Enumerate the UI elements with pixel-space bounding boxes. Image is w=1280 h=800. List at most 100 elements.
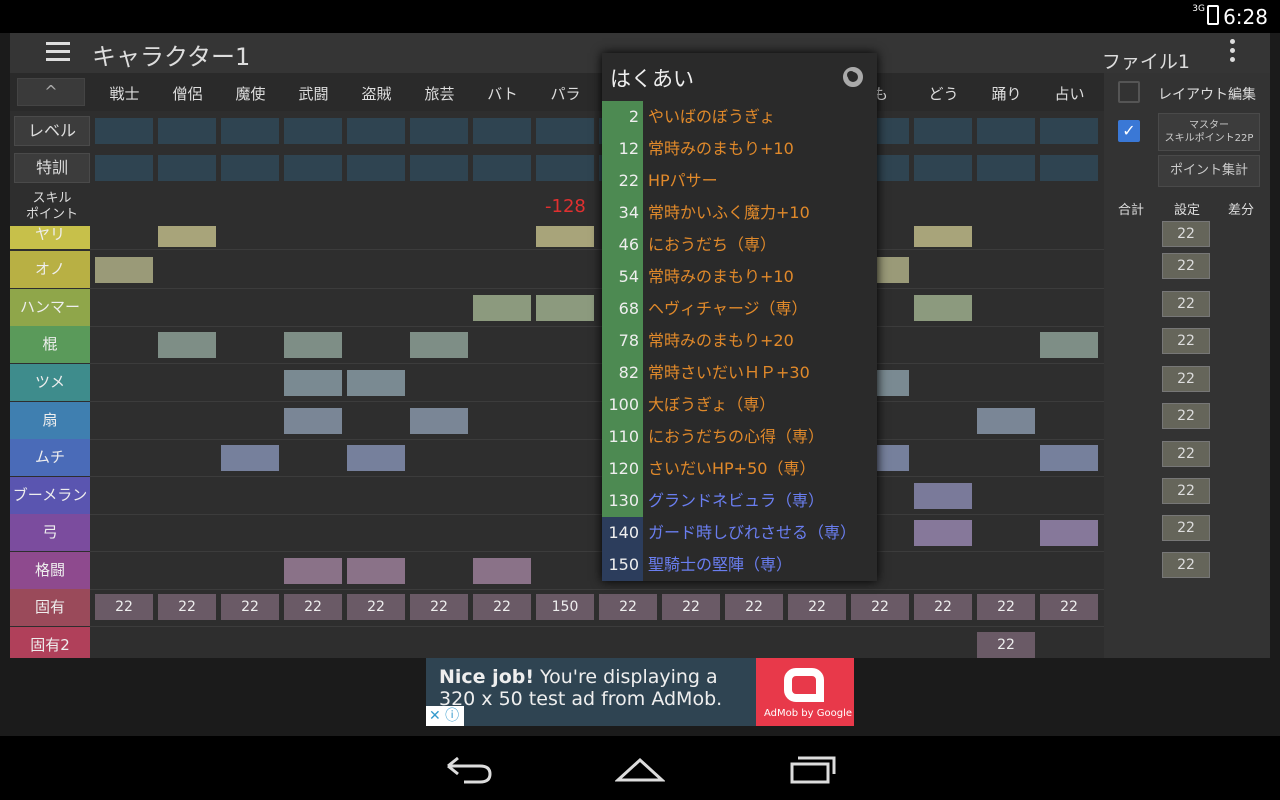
unique-skill-cell[interactable]: 22 <box>221 594 279 620</box>
skill-cell[interactable] <box>284 331 342 358</box>
layout-edit-checkbox[interactable] <box>1118 81 1140 103</box>
training-button[interactable]: 特訓 <box>14 153 90 183</box>
unique-skill-cell[interactable]: 22 <box>977 594 1035 620</box>
category-label[interactable]: 固有2 <box>10 627 90 658</box>
level-cell[interactable] <box>914 118 972 144</box>
points-total-button[interactable]: ポイント集計 <box>1158 155 1260 187</box>
skill-cell[interactable] <box>1040 519 1098 546</box>
recents-icon[interactable] <box>788 754 838 784</box>
skill-cell[interactable] <box>473 294 531 321</box>
unique-skill-cell[interactable]: 22 <box>662 594 720 620</box>
ad-close-icon[interactable]: ✕ ⓘ <box>426 706 464 726</box>
skill-list-item[interactable]: 130 グランドネビュラ（専） <box>602 485 877 517</box>
setting-value[interactable]: 22 <box>1162 552 1210 578</box>
overflow-menu-icon[interactable] <box>1230 39 1236 66</box>
level-cell[interactable] <box>158 118 216 144</box>
unique-skill-cell[interactable]: 22 <box>284 594 342 620</box>
skill-cell[interactable] <box>347 557 405 584</box>
category-label[interactable]: オノ <box>10 251 90 288</box>
collapse-button[interactable]: ^ <box>17 78 85 106</box>
skill-cell[interactable] <box>914 294 972 321</box>
unique2-skill-cell[interactable]: 22 <box>977 632 1035 658</box>
master-checkbox[interactable]: ✓ <box>1118 120 1140 142</box>
skill-list-item[interactable]: 46 におうだち（専） <box>602 229 877 261</box>
back-icon[interactable] <box>444 754 494 784</box>
skill-list-item[interactable]: 34 常時かいふく魔力+10 <box>602 197 877 229</box>
level-cell[interactable] <box>977 118 1035 144</box>
skill-cell[interactable] <box>977 407 1035 434</box>
skill-cell[interactable] <box>1040 444 1098 471</box>
setting-value[interactable]: 22 <box>1162 221 1210 247</box>
level-cell[interactable] <box>977 155 1035 181</box>
unique-skill-cell[interactable]: 150 <box>536 594 594 620</box>
unique-skill-cell[interactable]: 22 <box>599 594 657 620</box>
job-column-header[interactable]: 旅芸 <box>408 83 471 104</box>
skill-cell[interactable] <box>1040 331 1098 358</box>
setting-value[interactable]: 22 <box>1162 515 1210 541</box>
setting-value[interactable]: 22 <box>1162 328 1210 354</box>
skill-cell[interactable] <box>158 331 216 358</box>
level-cell[interactable] <box>1040 118 1098 144</box>
unique-skill-cell[interactable]: 22 <box>914 594 972 620</box>
level-cell[interactable] <box>410 118 468 144</box>
category-label[interactable]: 棍 <box>10 326 90 363</box>
setting-value[interactable]: 22 <box>1162 253 1210 279</box>
level-cell[interactable] <box>473 155 531 181</box>
level-cell[interactable] <box>95 118 153 144</box>
unique-skill-cell[interactable]: 22 <box>473 594 531 620</box>
skill-cell[interactable] <box>914 482 972 509</box>
skill-list-item[interactable]: 2 やいばのぼうぎょ <box>602 101 877 133</box>
home-icon[interactable] <box>615 754 665 784</box>
job-column-header[interactable]: どう <box>912 83 975 104</box>
skill-list-item[interactable]: 100 大ぼうぎょ（専） <box>602 389 877 421</box>
level-button[interactable]: レベル <box>14 116 90 146</box>
skill-list-item[interactable]: 68 ヘヴィチャージ（専） <box>602 293 877 325</box>
level-cell[interactable] <box>221 155 279 181</box>
skill-cell[interactable] <box>536 226 594 247</box>
unique-skill-cell[interactable]: 22 <box>1040 594 1098 620</box>
setting-value[interactable]: 22 <box>1162 441 1210 467</box>
level-cell[interactable] <box>158 155 216 181</box>
level-cell[interactable] <box>536 118 594 144</box>
skill-list-item[interactable]: 82 常時さいだいＨＰ+30 <box>602 357 877 389</box>
skill-cell[interactable] <box>284 557 342 584</box>
job-column-header[interactable]: 戦士 <box>93 83 156 104</box>
skill-list-item[interactable]: 54 常時みのまもり+10 <box>602 261 877 293</box>
skill-cell[interactable] <box>473 557 531 584</box>
level-cell[interactable] <box>221 118 279 144</box>
job-column-header[interactable]: バト <box>471 83 534 104</box>
skill-cell[interactable] <box>347 369 405 396</box>
level-cell[interactable] <box>284 155 342 181</box>
level-cell[interactable] <box>536 155 594 181</box>
skill-list-item[interactable]: 22 HPパサー <box>602 165 877 197</box>
job-column-header[interactable]: 魔使 <box>219 83 282 104</box>
skill-cell[interactable] <box>221 444 279 471</box>
job-column-header[interactable]: 踊り <box>975 83 1038 104</box>
skill-list-item[interactable]: 110 におうだちの心得（専） <box>602 421 877 453</box>
level-cell[interactable] <box>473 118 531 144</box>
category-label[interactable]: ツメ <box>10 364 90 401</box>
setting-value[interactable]: 22 <box>1162 291 1210 317</box>
category-label[interactable]: 弓 <box>10 514 90 551</box>
category-label[interactable]: 固有 <box>10 589 90 626</box>
skill-list-item[interactable]: 140 ガード時しびれさせる（専） <box>602 517 877 549</box>
setting-value[interactable]: 22 <box>1162 403 1210 429</box>
setting-value[interactable]: 22 <box>1162 366 1210 392</box>
level-cell[interactable] <box>914 155 972 181</box>
skill-list-item[interactable]: 150 聖騎士の堅陣（専） <box>602 549 877 581</box>
level-cell[interactable] <box>1040 155 1098 181</box>
level-cell[interactable] <box>95 155 153 181</box>
category-label[interactable]: ヤリ <box>10 226 90 249</box>
job-column-header[interactable]: 僧侶 <box>156 83 219 104</box>
skill-cell[interactable] <box>95 256 153 283</box>
unique-skill-cell[interactable]: 22 <box>410 594 468 620</box>
category-label[interactable]: ブーメラン <box>10 477 90 514</box>
skill-cell[interactable] <box>536 294 594 321</box>
ad-banner[interactable]: Nice job! You're displaying a 320 x 50 t… <box>426 658 854 726</box>
unique-skill-cell[interactable]: 22 <box>347 594 405 620</box>
job-column-header[interactable]: 武闘 <box>282 83 345 104</box>
unique-skill-cell[interactable]: 22 <box>851 594 909 620</box>
skill-cell[interactable] <box>347 444 405 471</box>
skill-cell[interactable] <box>158 226 216 247</box>
skill-cell[interactable] <box>410 407 468 434</box>
